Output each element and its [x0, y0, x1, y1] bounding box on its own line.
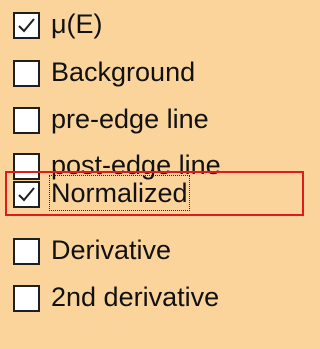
mu-e-label: μ(E): [51, 9, 103, 39]
mu-e-checkbox[interactable]: [13, 12, 40, 39]
2nd-derivative-label: 2nd derivative: [51, 282, 220, 312]
option-normalized-row[interactable]: Normalized: [0, 175, 306, 225]
checkmark-icon: [18, 187, 35, 202]
pre-edge-line-label: pre-edge line: [51, 104, 209, 134]
normalized-label: Normalized: [49, 175, 190, 211]
background-label: Background: [51, 57, 196, 87]
checkmark-icon: [18, 18, 35, 33]
derivative-label: Derivative: [51, 235, 172, 265]
background-checkbox[interactable]: [13, 60, 40, 87]
option-background-row[interactable]: Background: [0, 57, 306, 104]
2nd-derivative-checkbox[interactable]: [13, 285, 40, 312]
pre-edge-line-checkbox[interactable]: [13, 107, 40, 134]
post-edge-line-checkbox[interactable]: [13, 153, 40, 180]
normalized-checkbox[interactable]: [13, 181, 40, 208]
plot-options-list: μ(E) Background pre-edge line post-edge …: [0, 0, 306, 349]
option-derivative-row[interactable]: Derivative: [0, 235, 306, 282]
option-pre-edge-line-row[interactable]: pre-edge line: [0, 104, 306, 151]
derivative-checkbox[interactable]: [13, 238, 40, 265]
option-mu-e-row[interactable]: μ(E): [0, 9, 306, 56]
option-2nd-derivative-row[interactable]: 2nd derivative: [0, 282, 306, 329]
